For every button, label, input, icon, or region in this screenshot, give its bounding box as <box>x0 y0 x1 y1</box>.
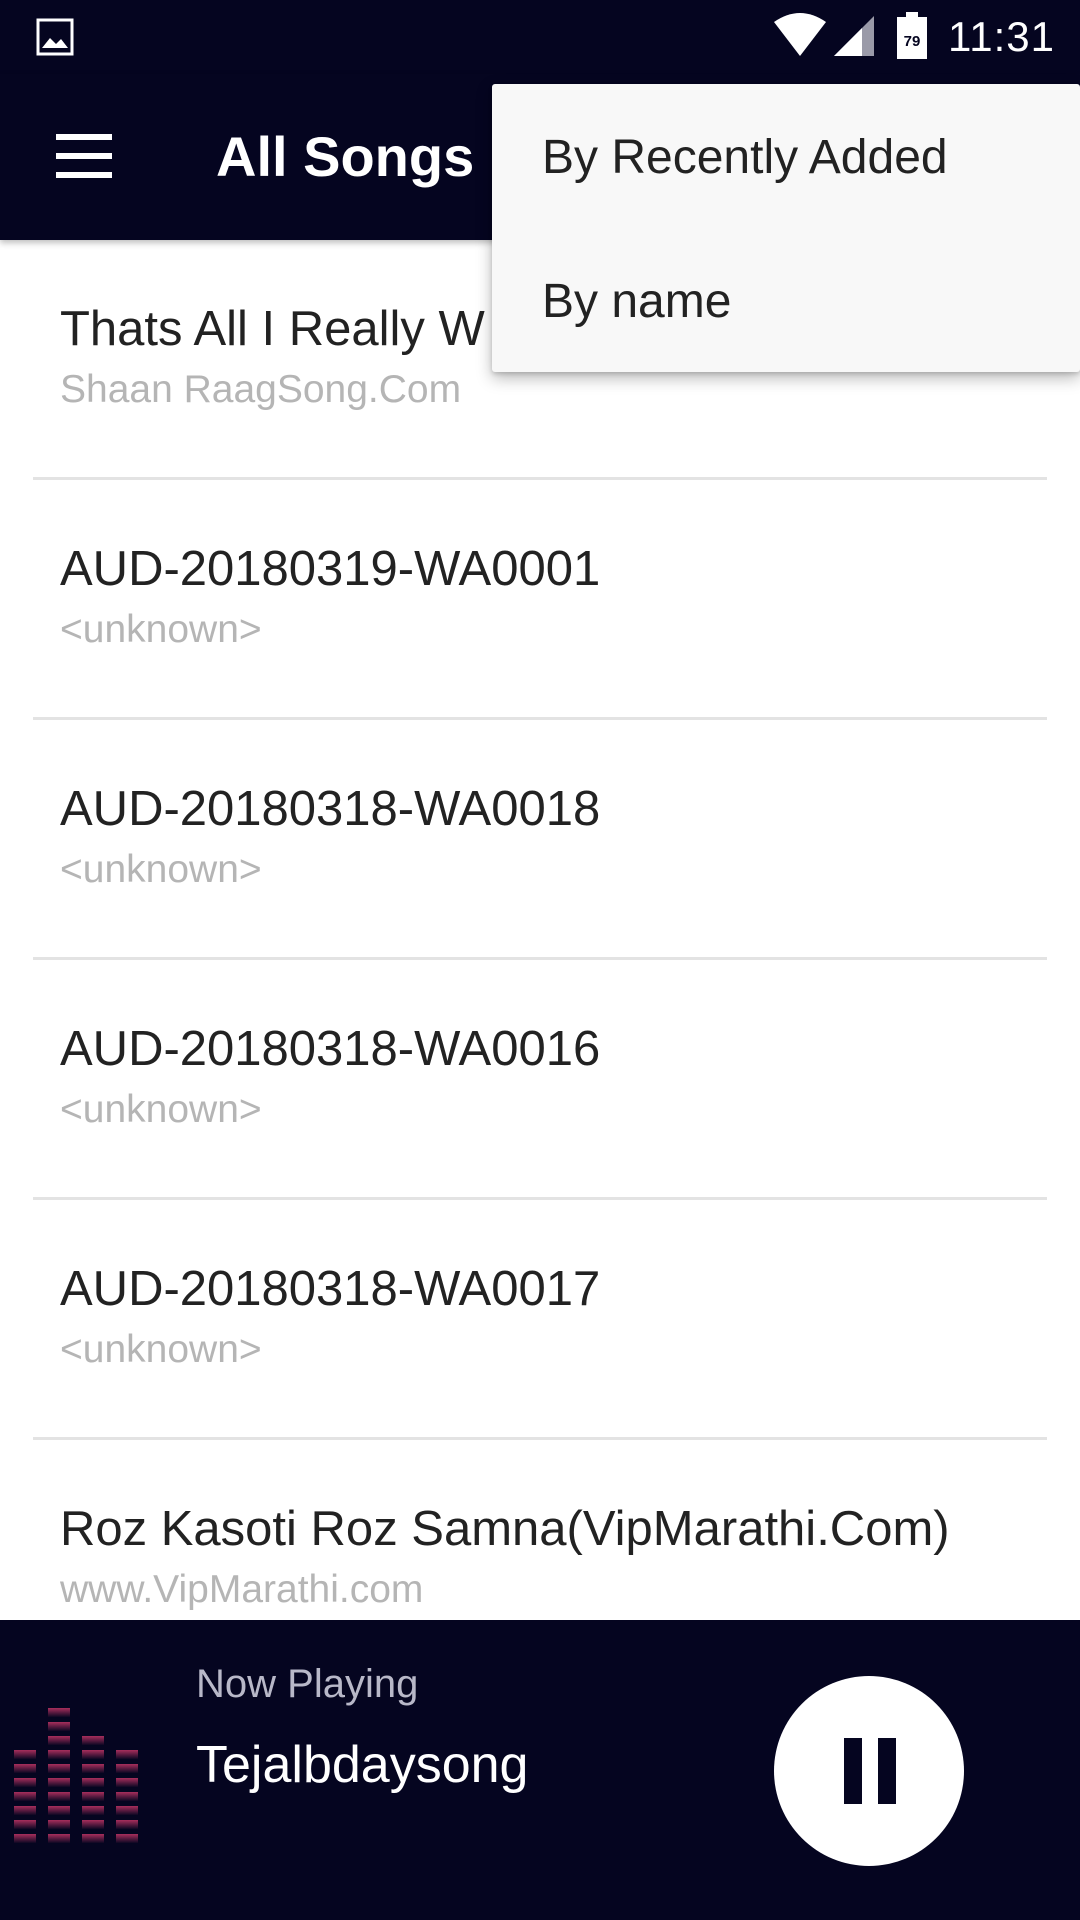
song-artist: <unknown> <box>60 1328 262 1371</box>
song-list-item[interactable]: AUD-20180319-WA0001 <unknown> <box>0 480 1080 720</box>
wifi-icon <box>774 13 826 56</box>
now-playing-bar[interactable]: Now Playing Tejalbdaysong <box>0 1620 1080 1920</box>
signal-icon <box>834 16 874 56</box>
song-list-item[interactable]: Roz Kasoti Roz Samna(VipMarathi.Com) www… <box>0 1440 1080 1620</box>
now-playing-title: Tejalbdaysong <box>196 1736 529 1794</box>
song-artist: <unknown> <box>60 1088 262 1131</box>
page-title: All Songs <box>216 125 475 188</box>
gallery-icon <box>36 18 74 56</box>
pause-icon <box>842 1738 898 1804</box>
status-bar: 79 11:31 <box>0 0 1080 74</box>
song-title: AUD-20180318-WA0017 <box>60 1262 601 1316</box>
song-artist: www.VipMarathi.com <box>60 1568 424 1611</box>
battery-icon: 79 <box>897 12 927 59</box>
song-list-item[interactable]: AUD-20180318-WA0016 <unknown> <box>0 960 1080 1200</box>
menu-icon[interactable] <box>56 134 112 178</box>
song-list-item[interactable]: AUD-20180318-WA0018 <unknown> <box>0 720 1080 960</box>
pause-button[interactable] <box>774 1676 964 1866</box>
song-list[interactable]: Thats All I Really W Shaan RaagSong.Com … <box>0 240 1080 1620</box>
song-artist: Shaan RaagSong.Com <box>60 368 462 411</box>
now-playing-label: Now Playing <box>196 1662 419 1706</box>
sort-menu: By Recently Added By name <box>492 84 1080 372</box>
sort-option-by-name[interactable]: By name <box>492 228 1080 372</box>
song-title: AUD-20180318-WA0016 <box>60 1022 601 1076</box>
song-title: Thats All I Really W <box>60 302 485 356</box>
song-artist: <unknown> <box>60 608 262 651</box>
status-clock: 11:31 <box>948 13 1055 60</box>
equalizer-icon <box>14 1708 138 1843</box>
song-title: AUD-20180318-WA0018 <box>60 782 601 836</box>
song-title: Roz Kasoti Roz Samna(VipMarathi.Com) <box>60 1502 950 1556</box>
song-artist: <unknown> <box>60 848 262 891</box>
sort-option-recently-added[interactable]: By Recently Added <box>492 84 1080 228</box>
sort-option-label: By name <box>542 275 732 328</box>
svg-text:79: 79 <box>904 33 921 50</box>
sort-option-label: By Recently Added <box>542 131 948 184</box>
song-title: AUD-20180319-WA0001 <box>60 542 601 596</box>
song-list-item[interactable]: AUD-20180318-WA0017 <unknown> <box>0 1200 1080 1440</box>
